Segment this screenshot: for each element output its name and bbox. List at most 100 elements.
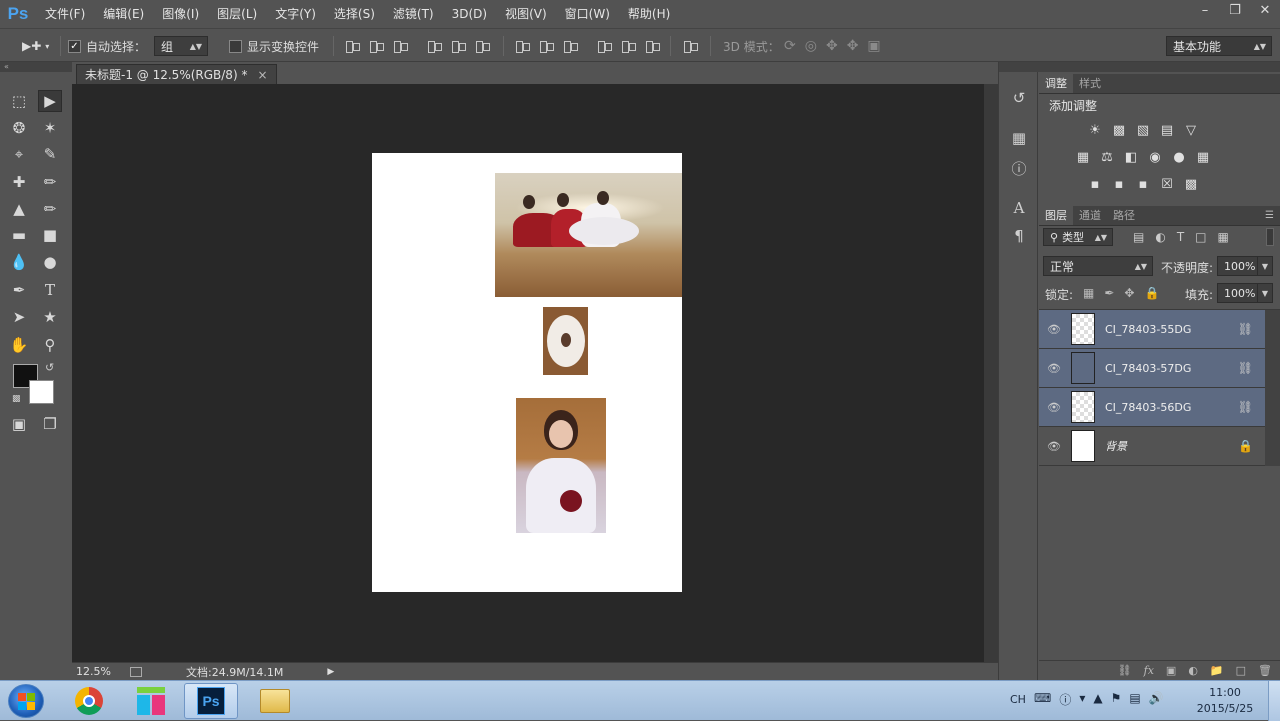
- distribute-bottom-icon[interactable]: [562, 38, 578, 54]
- distribute-left-icon[interactable]: [596, 38, 612, 54]
- filter-shape-icon[interactable]: □: [1195, 230, 1206, 244]
- layer-name[interactable]: 背景: [1105, 438, 1127, 454]
- photo-bridal-party[interactable]: [495, 173, 682, 297]
- menu-3d[interactable]: 3D(D): [443, 0, 496, 28]
- distribute-hcenter-icon[interactable]: [620, 38, 636, 54]
- ime-options-icon[interactable]: ▾: [1079, 691, 1085, 708]
- exposure-icon[interactable]: ▤: [1159, 123, 1175, 138]
- photo-bride-small[interactable]: [543, 307, 588, 375]
- tab-adjustments[interactable]: 调整: [1039, 74, 1073, 93]
- panel-menu-icon[interactable]: ☰: [1265, 206, 1274, 226]
- move-tool-preset[interactable]: ▶✚ ▾: [22, 29, 49, 63]
- brightness-icon[interactable]: ☀: [1087, 123, 1103, 138]
- blur-tool-icon[interactable]: 💧: [7, 251, 31, 273]
- levels-icon[interactable]: ▩: [1111, 123, 1127, 138]
- screen-mode-icon[interactable]: ❐: [38, 413, 62, 435]
- toolbox-collapse[interactable]: «: [0, 62, 72, 72]
- layer-name[interactable]: CI_78403-55DG: [1105, 323, 1191, 336]
- status-menu-arrow-icon[interactable]: ▶: [327, 667, 334, 677]
- lock-pixels-icon[interactable]: ✒: [1104, 286, 1114, 300]
- add-mask-icon[interactable]: ▣: [1166, 664, 1176, 677]
- swap-colors-icon[interactable]: ↺: [45, 361, 54, 374]
- delete-layer-icon[interactable]: 🗑: [1258, 664, 1272, 677]
- roll-3d-icon[interactable]: ◎: [805, 38, 817, 54]
- photo-filter-icon[interactable]: ◉: [1147, 150, 1163, 165]
- new-adjustment-icon[interactable]: ◐: [1188, 664, 1198, 677]
- color-balance-icon[interactable]: ⚖: [1099, 150, 1115, 165]
- tab-paths[interactable]: 路径: [1107, 206, 1141, 225]
- menu-file[interactable]: 文件(F): [36, 0, 94, 28]
- channel-mixer-icon[interactable]: ●: [1171, 150, 1187, 165]
- workspace-dropdown[interactable]: 基本功能 ▲▼: [1166, 36, 1272, 56]
- align-left-icon[interactable]: [426, 38, 442, 54]
- fill-dropdown-arrow[interactable]: ▼: [1257, 283, 1273, 303]
- menu-layer[interactable]: 图层(L): [208, 0, 266, 28]
- chrome-taskbar-button[interactable]: [62, 683, 116, 719]
- filter-smart-icon[interactable]: ▦: [1218, 230, 1229, 244]
- gradient-map-icon[interactable]: ▩: [1183, 177, 1199, 192]
- properties-panel-icon[interactable]: ▦: [1007, 126, 1031, 150]
- eyedropper-tool-icon[interactable]: ✎: [38, 143, 62, 165]
- paragraph-panel-icon[interactable]: ¶: [1007, 224, 1031, 248]
- slide-3d-icon[interactable]: ✥: [847, 38, 859, 54]
- tab-styles[interactable]: 样式: [1073, 74, 1107, 93]
- visibility-eye-icon[interactable]: 👁: [1039, 401, 1069, 414]
- menu-select[interactable]: 选择(S): [325, 0, 384, 28]
- history-panel-icon[interactable]: ↺: [1007, 86, 1031, 110]
- auto-select-toggle[interactable]: ✓ 自动选择：: [68, 29, 146, 63]
- keyboard-icon[interactable]: ⌨: [1034, 691, 1051, 708]
- threshold-icon[interactable]: ▪: [1135, 177, 1151, 192]
- help-icon[interactable]: ⓘ: [1059, 691, 1071, 708]
- posterize-icon[interactable]: ▪: [1111, 177, 1127, 192]
- layer-row[interactable]: 👁 背景 🔒: [1039, 427, 1265, 466]
- default-colors-icon[interactable]: ▩: [12, 394, 21, 404]
- healing-brush-tool-icon[interactable]: ✚: [7, 171, 31, 193]
- tab-layers[interactable]: 图层: [1039, 206, 1073, 225]
- document-tab[interactable]: 未标题-1 @ 12.5%(RGB/8) * ×: [76, 64, 277, 84]
- volume-icon[interactable]: 🔊: [1149, 691, 1164, 708]
- quick-mask-icon[interactable]: ▣: [7, 413, 31, 435]
- menu-window[interactable]: 窗口(W): [556, 0, 619, 28]
- align-hcenter-icon[interactable]: [450, 38, 466, 54]
- layer-name[interactable]: CI_78403-57DG: [1105, 362, 1191, 375]
- rotate-3d-icon[interactable]: ⟳: [784, 38, 796, 54]
- black-white-icon[interactable]: ◧: [1123, 150, 1139, 165]
- menu-view[interactable]: 视图(V): [496, 0, 556, 28]
- filter-adjustment-icon[interactable]: ◐: [1155, 230, 1165, 244]
- align-bottom-icon[interactable]: [392, 38, 408, 54]
- start-button[interactable]: [8, 684, 44, 718]
- type-tool-icon[interactable]: T: [38, 279, 62, 301]
- visibility-eye-icon[interactable]: 👁: [1039, 362, 1069, 375]
- character-panel-icon[interactable]: A: [1007, 196, 1031, 220]
- auto-select-dropdown[interactable]: 组 ▲▼: [154, 36, 208, 56]
- filter-pixel-icon[interactable]: ▤: [1133, 230, 1144, 244]
- layer-row[interactable]: 👁 CI_78403-57DG ⛓: [1039, 349, 1265, 388]
- curves-icon[interactable]: ▧: [1135, 123, 1151, 138]
- history-brush-tool-icon[interactable]: ✏: [38, 198, 62, 220]
- hue-saturation-icon[interactable]: ▦: [1075, 150, 1091, 165]
- magic-wand-tool-icon[interactable]: ✶: [38, 117, 62, 139]
- lock-position-icon[interactable]: ✥: [1124, 286, 1134, 300]
- path-selection-tool-icon[interactable]: ➤: [7, 306, 31, 328]
- link-layers-icon[interactable]: ⛓: [1118, 664, 1132, 677]
- new-layer-icon[interactable]: □: [1236, 664, 1246, 677]
- align-vcenter-icon[interactable]: [368, 38, 384, 54]
- marquee-tool-icon[interactable]: ⬚: [7, 90, 31, 112]
- status-preview-icon[interactable]: [130, 666, 142, 677]
- close-tab-icon[interactable]: ×: [257, 68, 267, 82]
- show-hidden-icons[interactable]: ▲: [1093, 691, 1102, 708]
- photo-bride-portrait[interactable]: [516, 398, 606, 533]
- tab-channels[interactable]: 通道: [1073, 206, 1107, 225]
- scale-3d-icon[interactable]: ▣: [867, 38, 880, 54]
- background-color-swatch[interactable]: [29, 380, 54, 404]
- visibility-eye-icon[interactable]: 👁: [1039, 440, 1069, 453]
- eraser-tool-icon[interactable]: ▬: [7, 224, 31, 246]
- distribute-vcenter-icon[interactable]: [538, 38, 554, 54]
- minimize-button[interactable]: –: [1190, 0, 1220, 20]
- show-transform-checkbox[interactable]: [229, 39, 242, 53]
- info-panel-icon[interactable]: ⓘ: [1007, 156, 1031, 180]
- vibrance-icon[interactable]: ▽: [1183, 123, 1199, 138]
- brush-tool-icon[interactable]: ✏: [38, 171, 62, 193]
- close-button[interactable]: ✕: [1250, 0, 1280, 20]
- shape-tool-icon[interactable]: ★: [38, 306, 62, 328]
